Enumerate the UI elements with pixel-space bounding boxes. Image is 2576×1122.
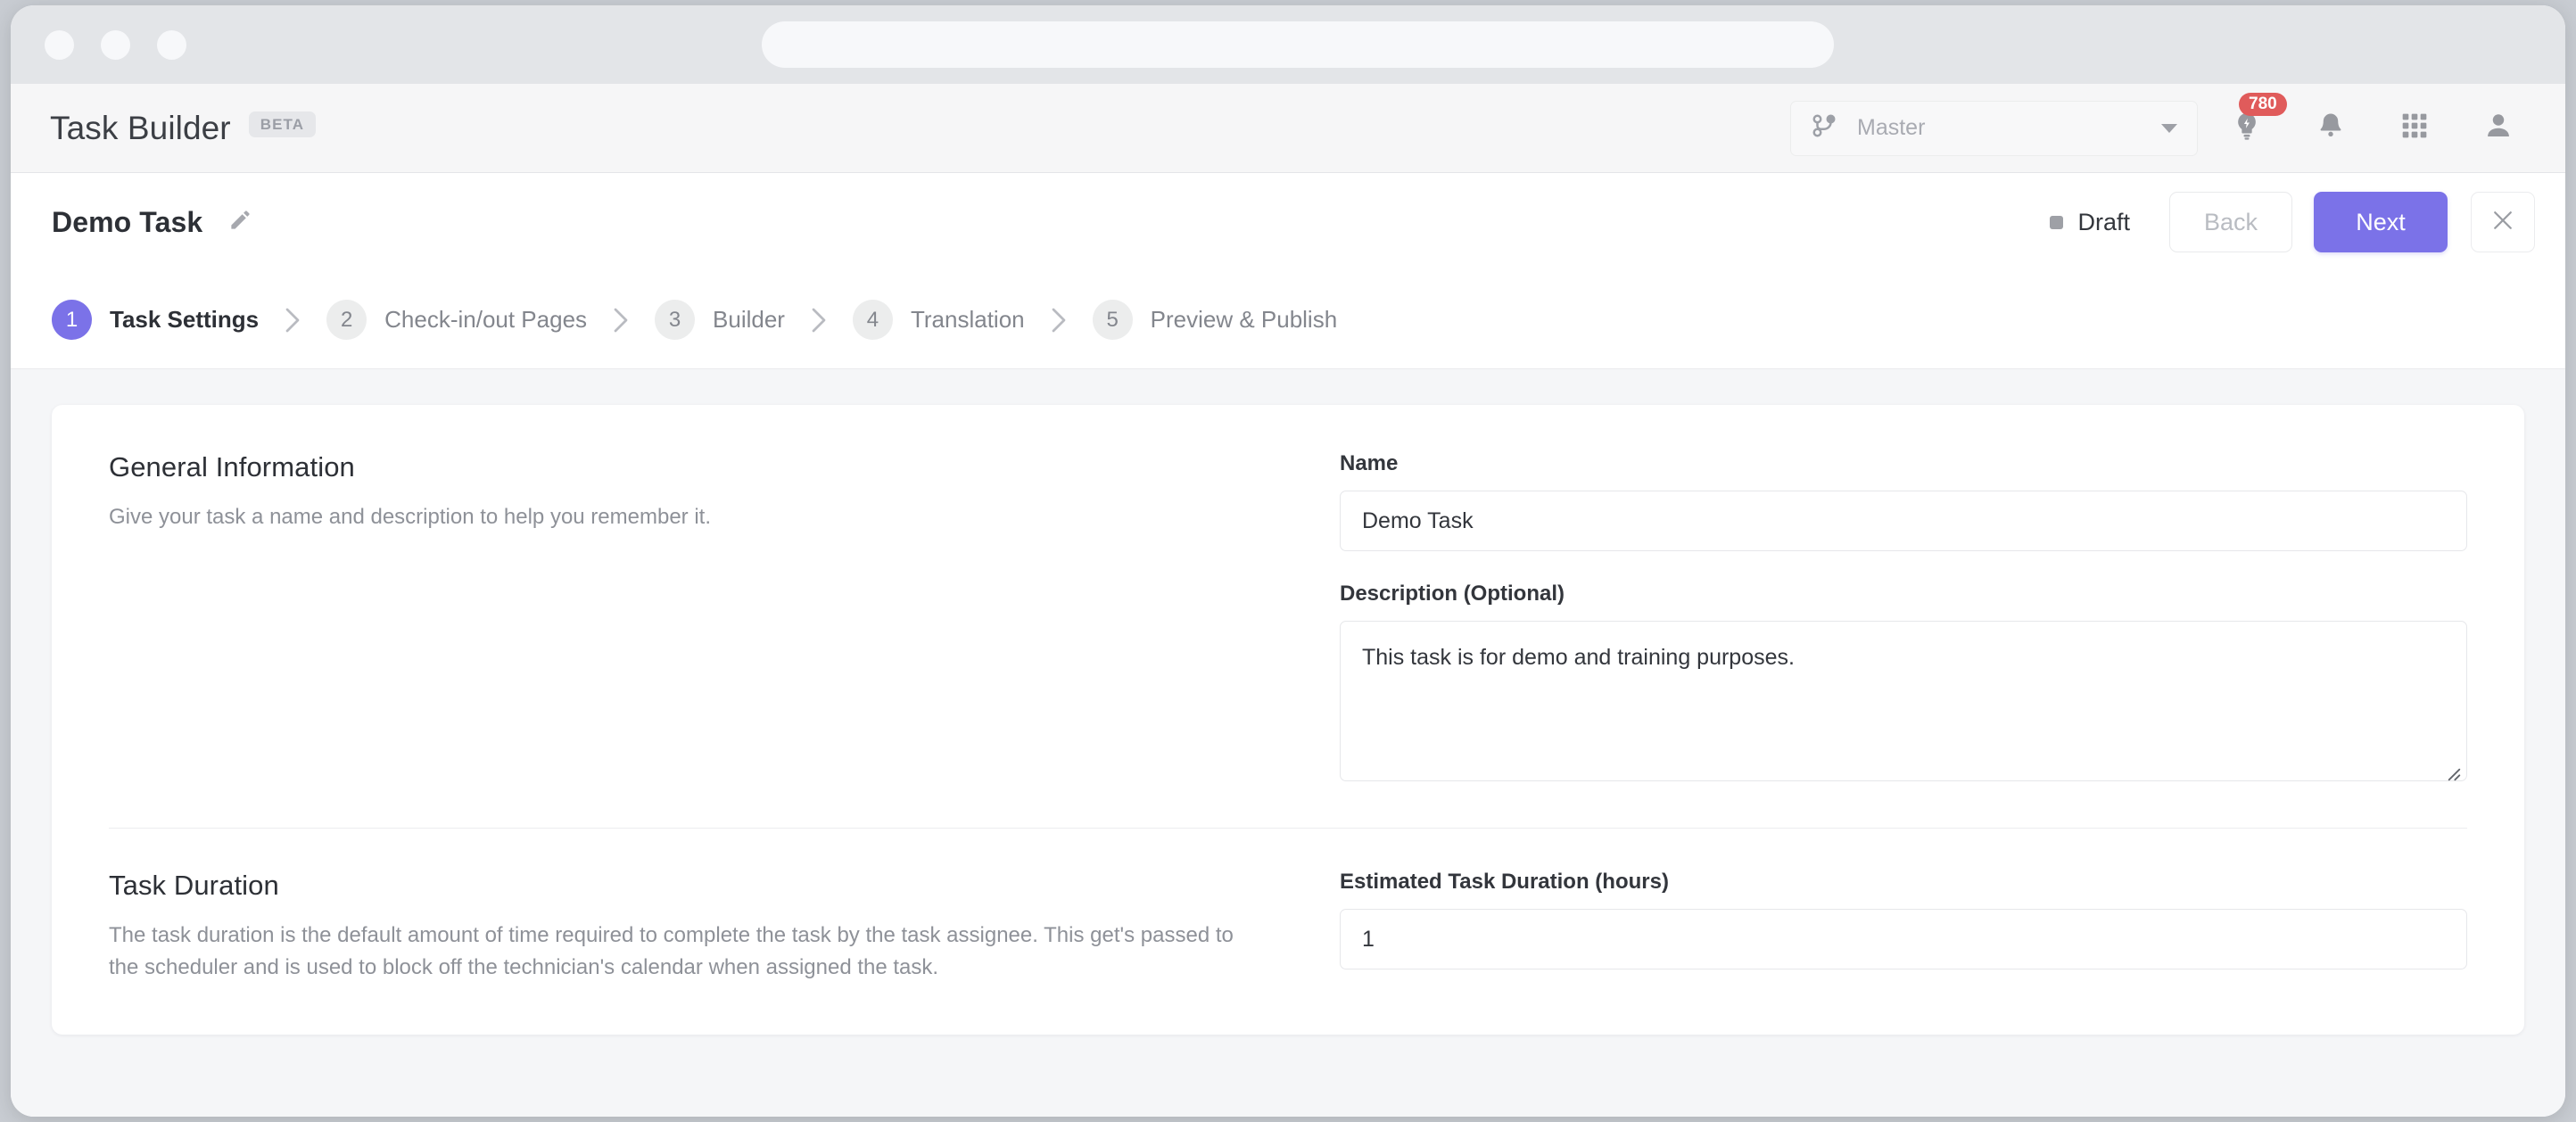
duration-field-group: Estimated Task Duration (hours) 1 (1340, 870, 2467, 969)
chevron-right-icon (810, 307, 828, 334)
maximize-window-button[interactable] (157, 29, 186, 60)
back-button[interactable]: Back (2169, 192, 2292, 252)
app-viewport: Task Builder BETA Master 780 Demo Task D… (11, 84, 2565, 1117)
step-number-circle: 4 (852, 300, 893, 340)
browser-chrome (11, 5, 2565, 84)
pencil-edit-icon (228, 208, 252, 236)
task-duration-text: Task Duration The task duration is the d… (109, 870, 1340, 985)
apps-grid-icon (2400, 111, 2429, 144)
task-header-bar: Demo Task Draft Back Next (11, 173, 2565, 271)
notifications-bell-button[interactable] (2310, 108, 2351, 149)
name-field-label: Name (1340, 451, 1399, 475)
task-duration-title: Task Duration (109, 870, 279, 901)
textarea-resize-handle[interactable] (2443, 758, 2461, 781)
description-field-label: Description (Optional) (1340, 582, 1565, 606)
lightbulb-idea-button[interactable]: 780 (2226, 92, 2287, 149)
appbar-icon-group: 780 (2226, 92, 2540, 149)
task-duration-fields: Estimated Task Duration (hours) 1 (1340, 870, 2467, 969)
url-address-bar[interactable] (762, 21, 1834, 68)
step-number-circle: 3 (655, 300, 696, 340)
lightbulb-idea-icon (2232, 111, 2262, 145)
task-name-title: Demo Task (52, 205, 203, 238)
description-textarea-value: This task is for demo and training purpo… (1362, 645, 1795, 670)
stepper-item-preview-publish[interactable]: 5 Preview & Publish (1092, 300, 1338, 340)
step-label: Check-in/out Pages (384, 306, 588, 333)
wizard-stepper: 1 Task Settings 2 Check-in/out Pages 3 B… (11, 271, 2565, 369)
main-content-area: General Information Give your task a nam… (11, 369, 2565, 1117)
general-information-title: General Information (109, 451, 355, 483)
step-number-circle: 2 (326, 300, 367, 340)
status-dot-icon (2050, 215, 2064, 229)
branch-selector[interactable]: Master (1790, 100, 2198, 156)
task-settings-card: General Information Give your task a nam… (52, 405, 2524, 1035)
name-field-group: Name Demo Task (1340, 451, 2467, 551)
close-task-builder-button[interactable] (2471, 192, 2535, 252)
user-account-icon (2483, 111, 2514, 145)
chevron-right-icon (1050, 307, 1068, 334)
browser-window: Task Builder BETA Master 780 Demo Task D… (11, 5, 2565, 1117)
step-number-circle: 5 (1092, 300, 1133, 340)
beta-badge: BETA (248, 111, 317, 137)
description-textarea[interactable]: This task is for demo and training purpo… (1340, 621, 2467, 781)
step-number-circle: 1 (52, 300, 92, 340)
bell-notifications-icon (2316, 111, 2346, 145)
name-input[interactable]: Demo Task (1340, 491, 2467, 551)
branch-icon (1811, 112, 1837, 144)
general-information-description: Give your task a name and description to… (109, 505, 711, 529)
stepper-item-translation[interactable]: 4 Translation (852, 300, 1025, 340)
status-label: Draft (2077, 208, 2130, 235)
step-label: Preview & Publish (1150, 306, 1338, 333)
apps-grid-button[interactable] (2394, 108, 2435, 149)
next-button[interactable]: Next (2314, 192, 2448, 252)
close-window-button[interactable] (45, 29, 74, 60)
app-top-bar: Task Builder BETA Master 780 (11, 84, 2565, 173)
app-title: Task Builder (50, 109, 231, 146)
branch-selector-value: Master (1857, 115, 1926, 140)
task-duration-description: The task duration is the default amount … (109, 923, 1234, 980)
stepper-item-builder[interactable]: 3 Builder (655, 300, 785, 340)
traffic-lights (11, 29, 186, 60)
general-information-text: General Information Give your task a nam… (109, 451, 1340, 533)
notification-count-badge: 780 (2239, 92, 2287, 116)
step-label: Translation (910, 306, 1025, 333)
status-badge: Draft (2050, 209, 2130, 236)
description-field-group: Description (Optional) This task is for … (1340, 582, 2467, 781)
stepper-item-checkin-out-pages[interactable]: 2 Check-in/out Pages (326, 300, 587, 340)
step-label: Task Settings (110, 306, 260, 333)
edit-task-name-button[interactable] (222, 204, 258, 240)
duration-field-label: Estimated Task Duration (hours) (1340, 870, 1669, 894)
chevron-right-icon (612, 307, 630, 334)
general-information-fields: Name Demo Task Description (Optional) Th… (1340, 451, 2467, 781)
chevron-down-icon (2161, 123, 2177, 133)
user-account-button[interactable] (2478, 108, 2519, 149)
stepper-item-task-settings[interactable]: 1 Task Settings (52, 300, 259, 340)
close-x-icon (2489, 207, 2516, 238)
duration-input[interactable]: 1 (1340, 909, 2467, 969)
minimize-window-button[interactable] (101, 29, 130, 60)
step-label: Builder (713, 306, 785, 333)
task-duration-section: Task Duration The task duration is the d… (109, 870, 2467, 985)
general-information-section: General Information Give your task a nam… (109, 451, 2467, 781)
chevron-right-icon (284, 307, 301, 334)
section-divider (109, 828, 2467, 829)
